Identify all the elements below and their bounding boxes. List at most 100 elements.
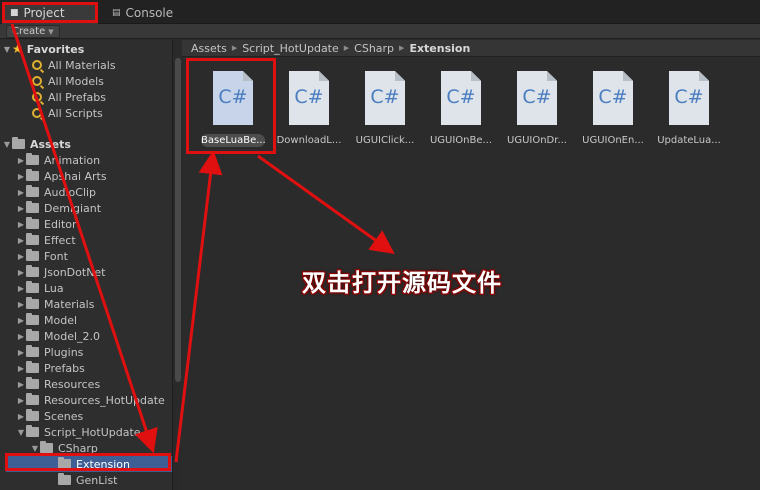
folder-label: Animation bbox=[44, 153, 101, 167]
breadcrumb-item[interactable]: CSharp bbox=[354, 42, 394, 55]
create-button[interactable]: Create ▼ bbox=[6, 25, 60, 38]
file-item[interactable]: C# UGUIOnBe... bbox=[422, 71, 498, 151]
expand-arrow-icon[interactable]: ▼ bbox=[30, 444, 40, 453]
file-item[interactable]: C# UGUIClick... bbox=[346, 71, 422, 151]
expand-arrow-icon[interactable]: ▶ bbox=[16, 188, 26, 197]
tree-folder[interactable]: ▶ Prefabs bbox=[16, 360, 85, 376]
expand-arrow-icon[interactable]: ▼ bbox=[2, 45, 12, 54]
expand-arrow-icon[interactable]: ▼ bbox=[2, 140, 12, 149]
file-item[interactable]: C# UGUIOnEn... bbox=[574, 71, 650, 151]
folder-label: Font bbox=[44, 249, 68, 263]
expand-arrow-icon[interactable]: ▶ bbox=[16, 268, 26, 277]
folder-label: Scenes bbox=[44, 409, 84, 423]
tree-folder[interactable]: ▶ Font bbox=[16, 248, 68, 264]
favorite-item[interactable]: All Prefabs bbox=[32, 89, 106, 105]
tree-folder[interactable]: ▶ Effect bbox=[16, 232, 76, 248]
tree-folder[interactable]: ▶ Materials bbox=[16, 296, 94, 312]
search-icon bbox=[32, 60, 42, 70]
scrollbar-thumb[interactable] bbox=[175, 58, 181, 382]
expand-arrow-icon[interactable]: ▶ bbox=[16, 380, 26, 389]
folder-label: Effect bbox=[44, 233, 76, 247]
expand-arrow-icon[interactable]: ▶ bbox=[16, 412, 26, 421]
file-name: UGUIOnBe... bbox=[429, 135, 493, 146]
favorite-item[interactable]: All Scripts bbox=[32, 105, 103, 121]
folder-icon bbox=[26, 217, 39, 229]
favorite-item[interactable]: All Models bbox=[32, 73, 104, 89]
chevron-right-icon: ▶ bbox=[399, 44, 405, 52]
file-type-label: C# bbox=[446, 86, 476, 108]
tree-folder[interactable]: ▶ Demigiant bbox=[16, 200, 101, 216]
expand-arrow-icon[interactable]: ▶ bbox=[16, 220, 26, 229]
expand-arrow-icon[interactable]: ▶ bbox=[16, 332, 26, 341]
expand-arrow-icon[interactable]: ▶ bbox=[16, 364, 26, 373]
tree-folder-csharp[interactable]: ▼ CSharp bbox=[30, 440, 98, 456]
folder-label: Lua bbox=[44, 281, 64, 295]
favorite-label: All Scripts bbox=[48, 106, 103, 120]
folder-icon bbox=[26, 233, 39, 245]
tree-scrollbar[interactable] bbox=[172, 40, 182, 490]
folder-icon bbox=[26, 201, 39, 213]
folder-icon bbox=[26, 297, 39, 309]
expand-arrow-icon[interactable]: ▶ bbox=[16, 300, 26, 309]
tree-folder[interactable]: ▶ Animation bbox=[16, 152, 100, 168]
tree-folder[interactable]: ▶ Editor bbox=[16, 216, 77, 232]
folder-icon bbox=[40, 441, 53, 453]
breadcrumb-item[interactable]: Assets bbox=[191, 42, 227, 55]
folder-label: Extension bbox=[76, 457, 131, 471]
file-item[interactable]: C# BaseLuaBe... bbox=[194, 71, 270, 151]
file-item[interactable]: C# UpdateLua... bbox=[650, 71, 726, 151]
tree-folder[interactable]: ▶ Apshai Arts bbox=[16, 168, 107, 184]
expand-arrow-icon[interactable]: ▶ bbox=[16, 236, 26, 245]
tree-favorites-header[interactable]: ▼ ★ Favorites bbox=[2, 41, 84, 57]
file-item[interactable]: C# DownloadL... bbox=[270, 71, 346, 151]
breadcrumb-item-current[interactable]: Extension bbox=[409, 42, 470, 55]
tree-folder[interactable]: ▶ Resources bbox=[16, 376, 100, 392]
folder-icon bbox=[26, 185, 39, 197]
tab-console[interactable]: ▤ Console bbox=[104, 2, 190, 24]
tree-folder-extension[interactable]: Extension bbox=[6, 456, 172, 472]
favorite-item[interactable]: All Materials bbox=[32, 57, 116, 73]
expand-arrow-icon[interactable]: ▶ bbox=[16, 204, 26, 213]
search-icon bbox=[32, 108, 42, 118]
breadcrumb-item[interactable]: Script_HotUpdate bbox=[242, 42, 339, 55]
file-type-label: C# bbox=[522, 86, 552, 108]
folder-icon bbox=[26, 345, 39, 357]
tree-assets-header[interactable]: ▼ Assets bbox=[2, 136, 71, 152]
file-item[interactable]: C# UGUIOnDr... bbox=[498, 71, 574, 151]
search-icon bbox=[32, 92, 42, 102]
tree-folder[interactable]: ▶ Scenes bbox=[16, 408, 83, 424]
expand-arrow-icon[interactable]: ▶ bbox=[16, 172, 26, 181]
tree-folder-genlist[interactable]: GenList bbox=[58, 472, 118, 488]
favorites-label: Favorites bbox=[26, 42, 85, 56]
expand-arrow-icon[interactable]: ▶ bbox=[16, 284, 26, 293]
tree-folder[interactable]: ▶ AudioClip bbox=[16, 184, 96, 200]
tree-folder[interactable]: ▶ Lua bbox=[16, 280, 64, 296]
folder-label: GenList bbox=[76, 473, 118, 487]
file-name: DownloadL... bbox=[276, 135, 342, 146]
expand-arrow-icon[interactable]: ▶ bbox=[16, 252, 26, 261]
expand-arrow-icon[interactable]: ▶ bbox=[16, 396, 26, 405]
folder-icon bbox=[26, 329, 39, 341]
tree-folder[interactable]: ▶ Resources_HotUpdate bbox=[16, 392, 165, 408]
tree-folder[interactable]: ▶ Model bbox=[16, 312, 77, 328]
folder-icon bbox=[58, 457, 71, 469]
folder-icon bbox=[26, 313, 39, 325]
file-name: UGUIClick... bbox=[355, 135, 415, 146]
folder-icon bbox=[26, 425, 39, 437]
expand-arrow-icon[interactable]: ▶ bbox=[16, 348, 26, 357]
chevron-right-icon: ▶ bbox=[343, 44, 350, 52]
tree-folder[interactable]: ▶ Plugins bbox=[16, 344, 83, 360]
folder-label: Prefabs bbox=[44, 361, 85, 375]
tree-folder[interactable]: ▶ Model_2.0 bbox=[16, 328, 100, 344]
folder-icon bbox=[12, 137, 25, 149]
tree-folder[interactable]: ▶ JsonDotNet bbox=[16, 264, 106, 280]
create-button-label: Create bbox=[12, 26, 46, 37]
folder-icon bbox=[26, 393, 39, 405]
expand-arrow-icon[interactable]: ▶ bbox=[16, 156, 26, 165]
file-type-label: C# bbox=[674, 86, 704, 108]
tree-folder[interactable]: ▼ Script_HotUpdate bbox=[16, 424, 141, 440]
expand-arrow-icon[interactable]: ▼ bbox=[16, 428, 26, 437]
folder-label: Script_HotUpdate bbox=[44, 425, 141, 439]
expand-arrow-icon[interactable]: ▶ bbox=[16, 316, 26, 325]
tab-project[interactable]: ■ Project bbox=[2, 2, 98, 24]
